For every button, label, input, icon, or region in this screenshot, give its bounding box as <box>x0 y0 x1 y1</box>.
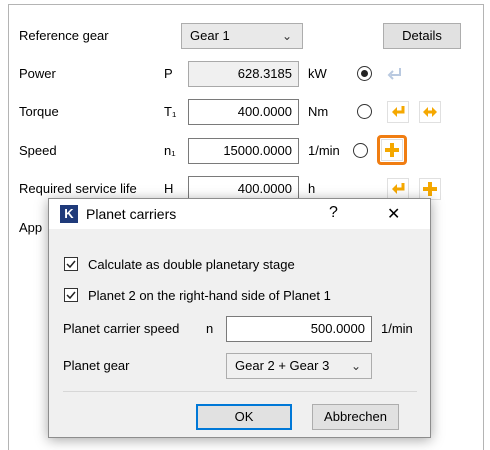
cancel-button[interactable]: Abbrechen <box>312 404 399 430</box>
planet2-right-checkbox[interactable] <box>64 288 78 302</box>
planet-gear-value: Gear 2 + Gear 3 <box>235 358 330 373</box>
plus-yellow-icon[interactable] <box>419 178 441 200</box>
carrier-speed-unit: 1/min <box>381 321 413 336</box>
carrier-speed-field[interactable]: 500.0000 <box>226 316 372 342</box>
speed-radio[interactable] <box>353 143 368 158</box>
ok-button[interactable]: OK <box>196 404 292 430</box>
planet-gear-select[interactable]: Gear 2 + Gear 3 ⌄ <box>226 353 372 379</box>
help-icon[interactable]: ? <box>329 204 338 222</box>
service-life-symbol: H <box>164 181 174 196</box>
chevron-down-icon: ⌄ <box>281 29 292 43</box>
power-radio[interactable] <box>357 66 372 81</box>
torque-unit: Nm <box>308 104 329 119</box>
torque-radio[interactable] <box>357 104 372 119</box>
carrier-speed-label: Planet carrier speed <box>63 321 180 336</box>
planet2-right-label: Planet 2 on the right-hand side of Plane… <box>88 288 331 303</box>
planet-gear-label: Planet gear <box>63 358 130 373</box>
planet-carriers-dialog: K Planet carriers ? ✕ Calculate as doubl… <box>48 198 431 438</box>
plus-yellow-icon[interactable] <box>381 139 403 161</box>
power-label: Power <box>19 66 56 81</box>
app-logo-icon: K <box>60 205 78 223</box>
dialog-title: Planet carriers <box>86 206 177 222</box>
speed-symbol: n₁ <box>164 143 176 158</box>
service-life-label: Required service life <box>19 181 137 196</box>
dialog-titlebar: K Planet carriers ? ✕ <box>49 199 430 229</box>
details-button[interactable]: Details <box>383 23 461 49</box>
chevron-down-icon: ⌄ <box>350 359 361 373</box>
carrier-speed-symbol: n <box>206 321 214 336</box>
torque-field[interactable]: 400.0000 <box>188 99 299 125</box>
power-field[interactable]: 628.3185 <box>188 61 299 87</box>
torque-symbol: T₁ <box>164 104 177 119</box>
arrow-left-right-yellow-icon[interactable] <box>419 101 441 123</box>
double-stage-label: Calculate as double planetary stage <box>88 257 295 272</box>
double-stage-checkbox[interactable] <box>64 257 78 271</box>
return-arrow-disabled-icon <box>384 63 406 85</box>
reference-gear-select[interactable]: Gear 1 ⌄ <box>181 23 303 49</box>
arrow-left-yellow-icon[interactable] <box>387 101 409 123</box>
arrow-left-yellow-icon[interactable] <box>387 178 409 200</box>
reference-gear-label: Reference gear <box>19 28 109 43</box>
service-life-unit: h <box>308 181 316 196</box>
app-label-partial: App <box>19 220 43 235</box>
power-unit: kW <box>308 66 327 81</box>
speed-label: Speed <box>19 143 57 158</box>
dialog-separator <box>63 391 417 392</box>
speed-field[interactable]: 15000.0000 <box>188 138 299 164</box>
reference-gear-value: Gear 1 <box>190 28 230 43</box>
close-icon[interactable]: ✕ <box>387 204 400 224</box>
torque-label: Torque <box>19 104 59 119</box>
speed-unit: 1/min <box>308 143 340 158</box>
power-symbol: P <box>164 66 173 81</box>
